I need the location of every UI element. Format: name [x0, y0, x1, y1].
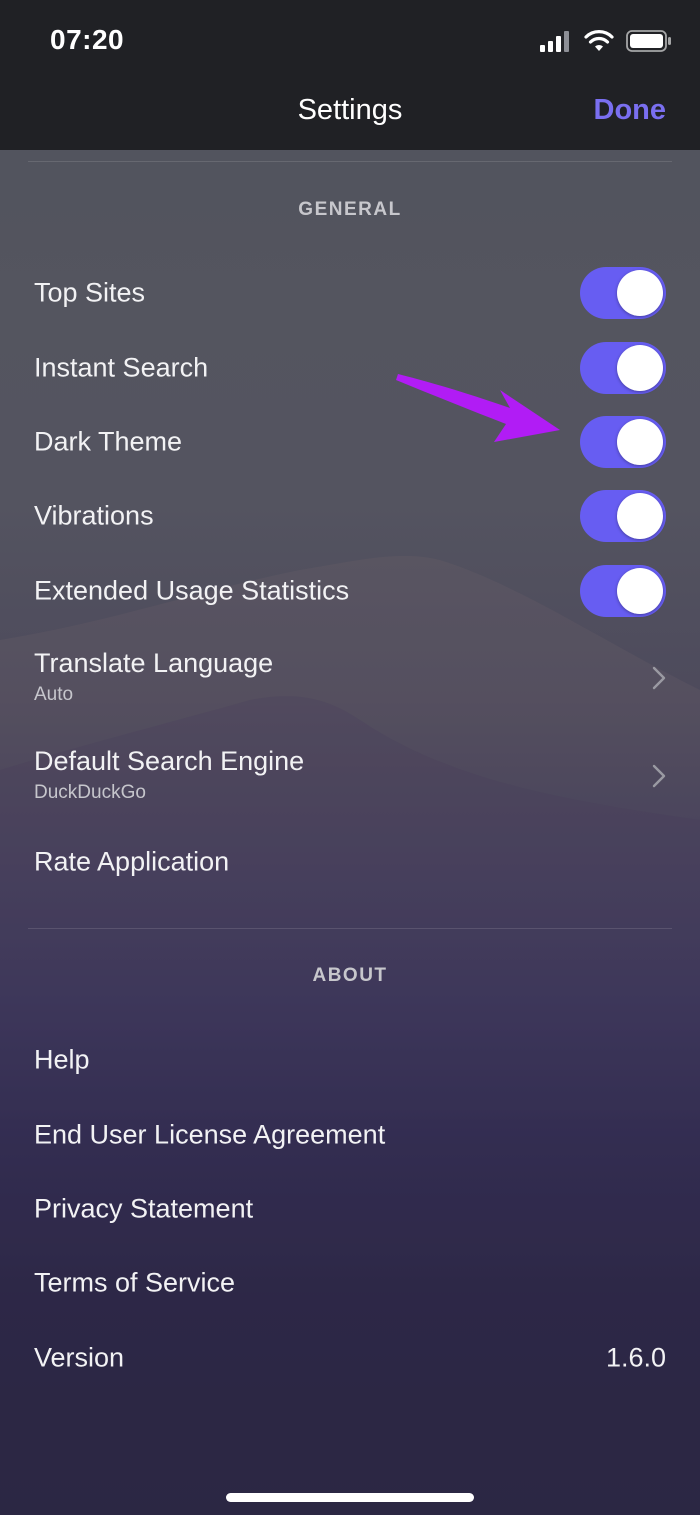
setting-label: Default Search Engine [34, 746, 305, 776]
home-indicator[interactable] [226, 1493, 474, 1502]
wifi-icon [584, 30, 614, 51]
status-icons [540, 28, 672, 54]
status-bar: 07:20 [0, 0, 700, 88]
annotation-arrow [396, 374, 560, 442]
about-row-version: Version 1.6.0 [0, 1321, 700, 1395]
extended-usage-statistics-toggle[interactable] [580, 565, 666, 617]
toggle-knob [617, 270, 663, 316]
setting-row-vibrations: Vibrations [0, 479, 700, 553]
toggle-knob [617, 493, 663, 539]
setting-label: Help [34, 1044, 90, 1075]
setting-label: Version [34, 1342, 125, 1373]
toggle-knob [617, 419, 663, 465]
section-header-about: ABOUT [312, 965, 388, 986]
setting-row-rate-application[interactable]: Rate Application [0, 825, 700, 899]
setting-label: Instant Search [34, 352, 209, 383]
battery-icon [626, 30, 671, 52]
setting-label: Privacy Statement [34, 1193, 254, 1224]
setting-label: Extended Usage Statistics [34, 575, 350, 606]
setting-row-dark-theme: Dark Theme [0, 405, 700, 479]
setting-row-top-sites: Top Sites [0, 256, 700, 330]
signal-icon [540, 31, 569, 52]
version-value: 1.6.0 [605, 1342, 666, 1373]
setting-value: Auto [34, 684, 74, 705]
nav-bar: Settings Done [0, 88, 700, 150]
chevron-right-icon [652, 764, 666, 788]
status-time: 07:20 [50, 24, 125, 55]
top-sites-toggle[interactable] [580, 267, 666, 319]
done-button[interactable]: Done [594, 94, 667, 127]
setting-label: Dark Theme [34, 426, 183, 457]
setting-label: Rate Application [34, 846, 230, 877]
about-row-eula[interactable]: End User License Agreement [0, 1098, 700, 1172]
about-row-terms-of-service[interactable]: Terms of Service [0, 1246, 700, 1320]
divider [28, 928, 672, 929]
vibrations-toggle[interactable] [580, 490, 666, 542]
dark-theme-toggle[interactable] [580, 416, 666, 468]
setting-row-extended-usage-statistics: Extended Usage Statistics [0, 554, 700, 628]
about-row-help[interactable]: Help [0, 1023, 700, 1097]
setting-row-instant-search: Instant Search [0, 331, 700, 405]
toggle-knob [617, 568, 663, 614]
toggle-knob [617, 345, 663, 391]
chevron-right-icon [652, 666, 666, 690]
section-header-general: GENERAL [298, 199, 402, 220]
setting-row-translate-language[interactable]: Translate Language Auto [0, 636, 700, 720]
setting-label: Translate Language [34, 648, 274, 678]
setting-value: DuckDuckGo [34, 782, 146, 803]
setting-label: Top Sites [34, 277, 146, 308]
setting-label: End User License Agreement [34, 1119, 386, 1150]
setting-label: Terms of Service [34, 1267, 236, 1298]
instant-search-toggle[interactable] [580, 342, 666, 394]
settings-screen: 07:20 Settings Done GENERAL Top Sites In… [0, 0, 700, 1515]
about-row-privacy-statement[interactable]: Privacy Statement [0, 1172, 700, 1246]
setting-row-default-search-engine[interactable]: Default Search Engine DuckDuckGo [0, 734, 700, 818]
divider [28, 161, 672, 162]
setting-label: Vibrations [34, 500, 154, 531]
